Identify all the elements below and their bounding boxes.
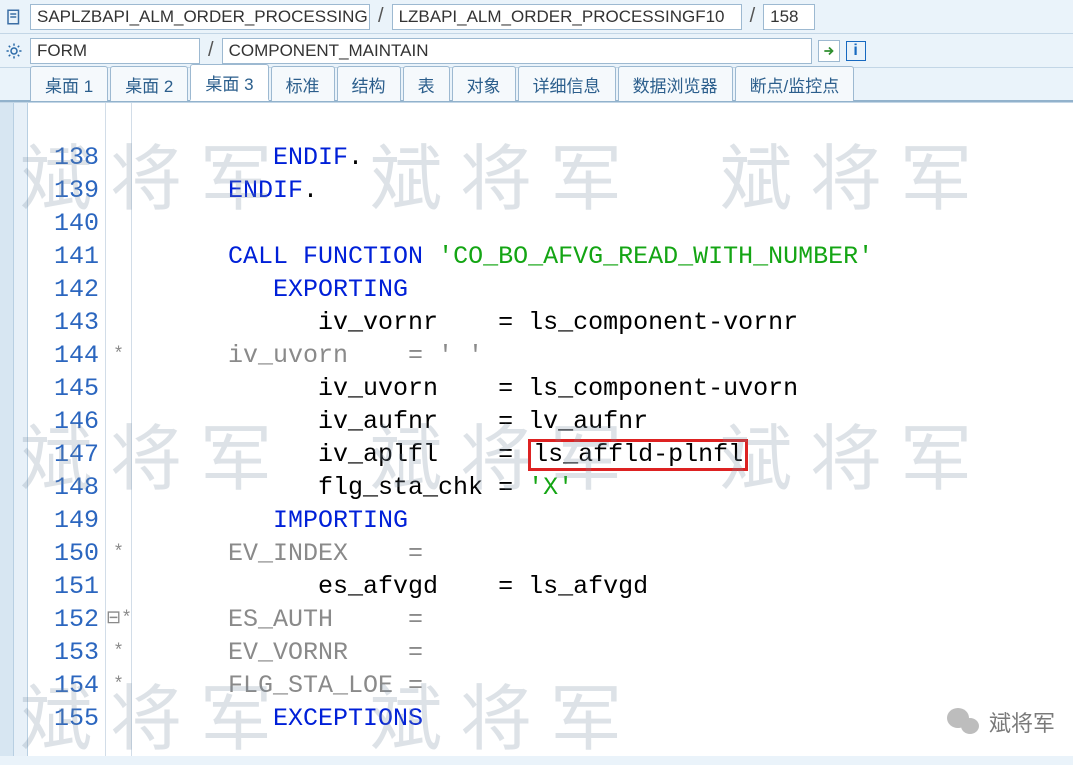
tab-对象[interactable]: 对象 bbox=[452, 66, 516, 101]
code-line[interactable]: iv_uvorn = ' ' bbox=[132, 339, 1073, 372]
breadcrumb-sep: / bbox=[748, 5, 758, 28]
fold-cell bbox=[106, 471, 131, 504]
fold-cell bbox=[106, 702, 131, 735]
code-line[interactable]: ES_AUTH = bbox=[132, 603, 1073, 636]
tab-详细信息[interactable]: 详细信息 bbox=[518, 66, 616, 101]
fold-cell bbox=[106, 141, 131, 174]
line-number: 144 bbox=[28, 339, 105, 372]
fold-cell: * bbox=[106, 636, 131, 669]
line-number: 141 bbox=[28, 240, 105, 273]
code-line[interactable]: flg_sta_chk = 'X' bbox=[132, 471, 1073, 504]
tab-桌面 1[interactable]: 桌面 1 bbox=[30, 66, 108, 101]
fold-cell: * bbox=[106, 669, 131, 702]
line-number: 147 bbox=[28, 438, 105, 471]
routine-field[interactable]: COMPONENT_MAINTAIN bbox=[222, 38, 812, 64]
event-field[interactable]: FORM bbox=[30, 38, 200, 64]
code-line[interactable]: CALL FUNCTION 'CO_BO_AFVG_READ_WITH_NUMB… bbox=[132, 240, 1073, 273]
line-field[interactable]: 158 bbox=[763, 4, 815, 30]
code-line[interactable]: FLG_STA_LOE = bbox=[132, 669, 1073, 702]
tab-strip: 桌面 1桌面 2桌面 3标准结构表对象详细信息数据浏览器断点/监控点 bbox=[0, 68, 1073, 102]
line-number: 148 bbox=[28, 471, 105, 504]
tab-桌面 3[interactable]: 桌面 3 bbox=[190, 64, 268, 101]
breadcrumb-sep: / bbox=[376, 5, 386, 28]
line-gutter: 1381391401411421431441451461471481491501… bbox=[28, 103, 106, 756]
breadcrumb-row-1: SAPLZBAPI_ALM_ORDER_PROCESSING / LZBAPI_… bbox=[0, 0, 1073, 34]
fold-cell bbox=[106, 570, 131, 603]
line-number: 154 bbox=[28, 669, 105, 702]
fold-cell bbox=[106, 504, 131, 537]
fold-cell bbox=[106, 240, 131, 273]
navigate-icon[interactable] bbox=[818, 40, 840, 62]
breadcrumb-sep: / bbox=[206, 39, 216, 62]
line-number: 151 bbox=[28, 570, 105, 603]
wechat-label: 斌将军 bbox=[989, 706, 1055, 738]
line-number: 146 bbox=[28, 405, 105, 438]
tab-结构[interactable]: 结构 bbox=[337, 66, 401, 101]
code-line[interactable]: iv_aufnr = lv_aufnr bbox=[132, 405, 1073, 438]
fold-cell bbox=[106, 438, 131, 471]
code-line[interactable]: ENDIF. bbox=[132, 141, 1073, 174]
fold-cell bbox=[106, 372, 131, 405]
wechat-badge: 斌将军 bbox=[947, 706, 1055, 738]
code-line[interactable]: EXPORTING bbox=[132, 273, 1073, 306]
code-line[interactable]: iv_aplfl = ls_affld-plnfl bbox=[132, 438, 1073, 471]
fold-cell: * bbox=[106, 339, 131, 372]
code-line[interactable]: ENDIF. bbox=[132, 174, 1073, 207]
document-icon bbox=[4, 7, 24, 27]
line-number: 142 bbox=[28, 273, 105, 306]
code-line[interactable]: EV_INDEX = bbox=[132, 537, 1073, 570]
line-number: 150 bbox=[28, 537, 105, 570]
tab-断点/监控点[interactable]: 断点/监控点 bbox=[735, 66, 855, 101]
code-area[interactable]: ENDIF. ENDIF. CALL FUNCTION 'CO_BO_AFVG_… bbox=[132, 103, 1073, 756]
code-line[interactable]: iv_vornr = ls_component-vornr bbox=[132, 306, 1073, 339]
fold-cell bbox=[106, 405, 131, 438]
fold-cell[interactable]: ⊟* bbox=[106, 603, 131, 636]
code-line[interactable]: IMPORTING bbox=[132, 504, 1073, 537]
line-number: 153 bbox=[28, 636, 105, 669]
fold-cell bbox=[106, 273, 131, 306]
code-editor: 1381391401411421431441451461471481491501… bbox=[0, 102, 1073, 756]
include-field[interactable]: LZBAPI_ALM_ORDER_PROCESSINGF10 bbox=[392, 4, 742, 30]
tab-数据浏览器[interactable]: 数据浏览器 bbox=[618, 66, 733, 101]
code-line[interactable]: es_afvgd = ls_afvgd bbox=[132, 570, 1073, 603]
line-number: 145 bbox=[28, 372, 105, 405]
code-line[interactable]: EXCEPTIONS bbox=[132, 702, 1073, 735]
fold-cell bbox=[106, 207, 131, 240]
code-line[interactable]: iv_uvorn = ls_component-uvorn bbox=[132, 372, 1073, 405]
code-line[interactable] bbox=[132, 207, 1073, 240]
marker-stripe bbox=[0, 103, 14, 756]
line-number: 138 bbox=[28, 141, 105, 174]
code-line[interactable]: EV_VORNR = bbox=[132, 636, 1073, 669]
tab-桌面 2[interactable]: 桌面 2 bbox=[110, 66, 188, 101]
line-number: 155 bbox=[28, 702, 105, 735]
wechat-icon bbox=[947, 708, 981, 736]
line-number: 143 bbox=[28, 306, 105, 339]
line-number: 152 bbox=[28, 603, 105, 636]
tab-表[interactable]: 表 bbox=[403, 66, 450, 101]
gear-icon[interactable] bbox=[4, 41, 24, 61]
info-icon[interactable]: i bbox=[846, 41, 866, 61]
breadcrumb-row-2: FORM / COMPONENT_MAINTAIN i bbox=[0, 34, 1073, 68]
line-number: 149 bbox=[28, 504, 105, 537]
fold-cell bbox=[106, 174, 131, 207]
line-number: 140 bbox=[28, 207, 105, 240]
fold-column: **⊟*** bbox=[106, 103, 132, 756]
fold-cell: * bbox=[106, 537, 131, 570]
ruler-stripe bbox=[14, 103, 28, 756]
fold-cell bbox=[106, 306, 131, 339]
tab-标准[interactable]: 标准 bbox=[271, 66, 335, 101]
program-field[interactable]: SAPLZBAPI_ALM_ORDER_PROCESSING bbox=[30, 4, 370, 30]
line-number: 139 bbox=[28, 174, 105, 207]
